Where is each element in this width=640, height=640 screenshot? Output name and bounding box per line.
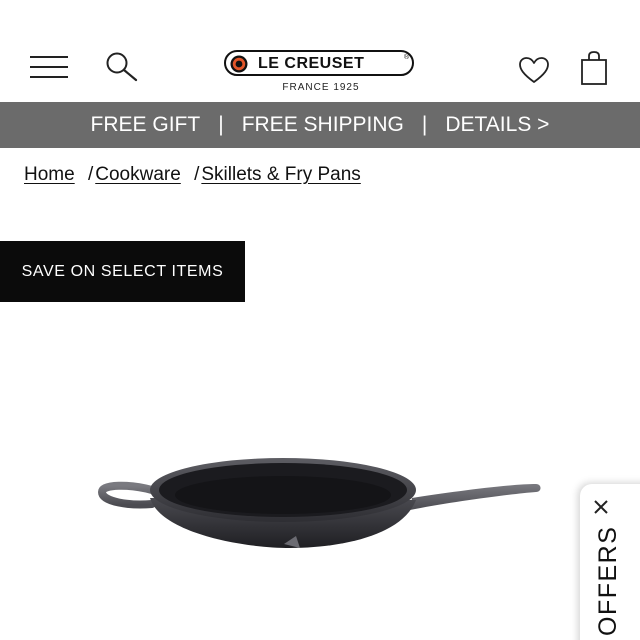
- offers-tab[interactable]: OFFERS: [580, 484, 640, 640]
- logo-frame: LE CREUSET ®: [224, 50, 414, 76]
- free-shipping-link[interactable]: FREE SHIPPING: [242, 113, 404, 137]
- shopping-bag-icon[interactable]: [579, 50, 609, 86]
- breadcrumb-home[interactable]: Home: [24, 164, 75, 185]
- brand-logo[interactable]: LE CREUSET ® FRANCE 1925: [224, 50, 418, 96]
- product-page: LE CREUSET ® FRANCE 1925 FREE GIFT | FRE…: [0, 0, 640, 640]
- offers-label: OFFERS: [594, 525, 622, 636]
- promo-separator: |: [218, 113, 224, 136]
- breadcrumb-cookware[interactable]: Cookware: [95, 164, 181, 185]
- close-icon[interactable]: [592, 498, 610, 516]
- breadcrumb-separator: /: [194, 164, 200, 185]
- breadcrumb: Home / Cookware / Skillets & Fry Pans: [24, 164, 361, 186]
- free-gift-link[interactable]: FREE GIFT: [91, 113, 201, 137]
- hamburger-menu-icon[interactable]: [30, 50, 68, 82]
- heart-icon[interactable]: [517, 55, 551, 85]
- sale-badge: SAVE ON SELECT ITEMS: [0, 241, 245, 302]
- site-header: LE CREUSET ® FRANCE 1925: [0, 0, 640, 102]
- details-link[interactable]: DETAILS >: [445, 113, 549, 137]
- promo-bar: FREE GIFT | FREE SHIPPING | DETAILS >: [0, 102, 640, 148]
- breadcrumb-skillets[interactable]: Skillets & Fry Pans: [201, 164, 360, 185]
- logo-mark-icon: [230, 55, 248, 73]
- product-image-skillet[interactable]: [90, 440, 550, 560]
- breadcrumb-separator: /: [87, 164, 94, 185]
- logo-text: LE CREUSET: [258, 55, 365, 72]
- logo-registered-mark: ®: [404, 54, 410, 61]
- logo-subtext: FRANCE 1925: [282, 82, 360, 93]
- promo-separator: |: [421, 113, 428, 136]
- search-icon[interactable]: [104, 50, 140, 84]
